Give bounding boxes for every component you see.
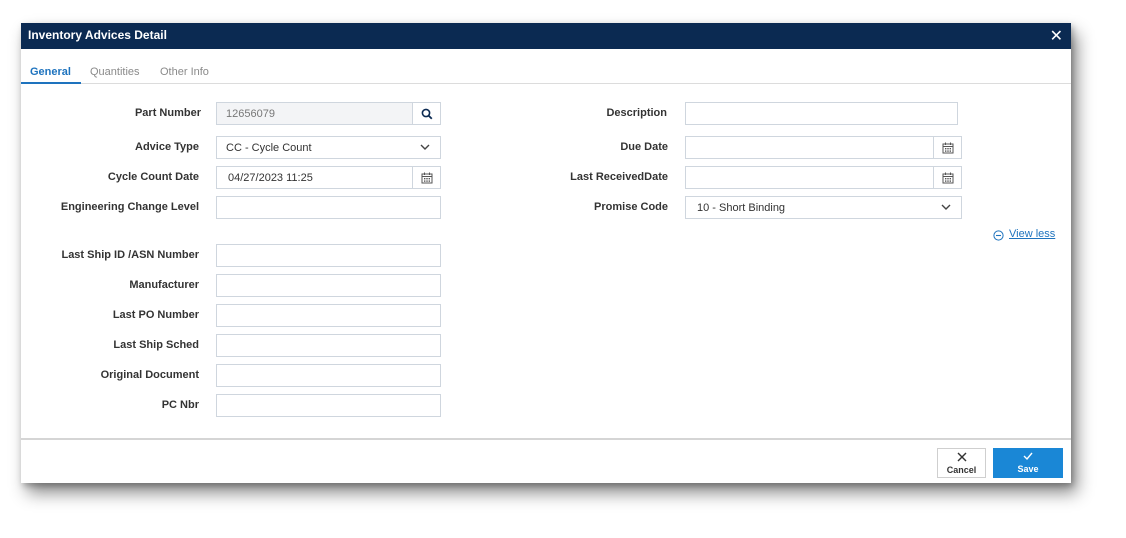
advice-type-select[interactable]: CC - Cycle Count xyxy=(216,136,441,159)
description-input[interactable] xyxy=(685,102,958,125)
pc-nbr-input[interactable] xyxy=(216,394,441,417)
engineering-change-level-label: Engineering Change Level xyxy=(60,201,199,213)
save-label: Save xyxy=(1017,464,1039,474)
calendar-icon xyxy=(421,172,432,183)
last-po-number-input[interactable] xyxy=(216,304,441,327)
active-tab-indicator xyxy=(21,82,81,84)
promise-code-select[interactable]: 10 - Short Binding xyxy=(685,196,962,219)
cancel-label: Cancel xyxy=(946,465,977,475)
last-ship-id-label: Last Ship ID /ASN Number xyxy=(61,249,199,261)
tab-general[interactable]: General xyxy=(30,66,71,78)
dialog-footer: Cancel Save xyxy=(21,438,1071,483)
last-ship-sched-label: Last Ship Sched xyxy=(113,339,199,351)
last-ship-sched-input[interactable] xyxy=(216,334,441,357)
pc-nbr-label: PC Nbr xyxy=(161,399,199,411)
close-icon xyxy=(938,451,985,463)
last-received-date-label: Last ReceivedDate xyxy=(570,171,668,183)
search-icon xyxy=(421,108,432,119)
chevron-down-icon xyxy=(941,204,951,210)
cycle-count-date-field[interactable]: 04/27/2023 11:25 xyxy=(216,166,441,189)
check-icon xyxy=(993,450,1063,462)
original-document-label: Original Document xyxy=(100,369,199,381)
cancel-button[interactable]: Cancel xyxy=(937,448,986,478)
chevron-down-icon xyxy=(420,144,430,150)
due-date-label: Due Date xyxy=(620,141,668,153)
manufacturer-label: Manufacturer xyxy=(129,279,199,291)
last-received-date-field[interactable] xyxy=(685,166,962,189)
part-number-search-button[interactable] xyxy=(412,103,440,124)
promise-code-value: 10 - Short Binding xyxy=(697,202,786,214)
last-received-date-picker-button[interactable] xyxy=(933,167,961,188)
manufacturer-input[interactable] xyxy=(216,274,441,297)
tab-bar: General Quantities Other Info xyxy=(21,59,1071,84)
original-document-input[interactable] xyxy=(216,364,441,387)
last-po-number-label: Last PO Number xyxy=(112,309,199,321)
cycle-count-date-picker-button[interactable] xyxy=(412,167,440,188)
last-ship-id-input[interactable] xyxy=(216,244,441,267)
inventory-advices-dialog: Inventory Advices Detail ✕ General Quant… xyxy=(21,23,1071,483)
tab-other-info[interactable]: Other Info xyxy=(160,66,209,78)
calendar-icon xyxy=(942,142,953,153)
advice-type-value: CC - Cycle Count xyxy=(226,142,312,154)
dialog-titlebar: Inventory Advices Detail ✕ xyxy=(21,23,1071,49)
description-label: Description xyxy=(606,107,667,119)
view-less-link[interactable]: View less xyxy=(1009,228,1055,240)
calendar-icon xyxy=(942,172,953,183)
cycle-count-date-value: 04/27/2023 11:25 xyxy=(228,172,313,184)
engineering-change-level-input[interactable] xyxy=(216,196,441,219)
advice-type-label: Advice Type xyxy=(135,141,199,153)
cycle-count-date-label: Cycle Count Date xyxy=(107,171,199,183)
save-button[interactable]: Save xyxy=(993,448,1063,478)
close-icon[interactable]: ✕ xyxy=(1050,26,1063,46)
part-number-field: 12656079 xyxy=(216,102,441,125)
due-date-field[interactable] xyxy=(685,136,962,159)
dialog-title: Inventory Advices Detail xyxy=(28,28,167,42)
promise-code-label: Promise Code xyxy=(594,201,668,213)
collapse-icon xyxy=(993,230,1004,241)
part-number-label: Part Number xyxy=(134,107,201,119)
due-date-picker-button[interactable] xyxy=(933,137,961,158)
tab-quantities[interactable]: Quantities xyxy=(90,66,140,78)
part-number-value: 12656079 xyxy=(226,108,275,120)
